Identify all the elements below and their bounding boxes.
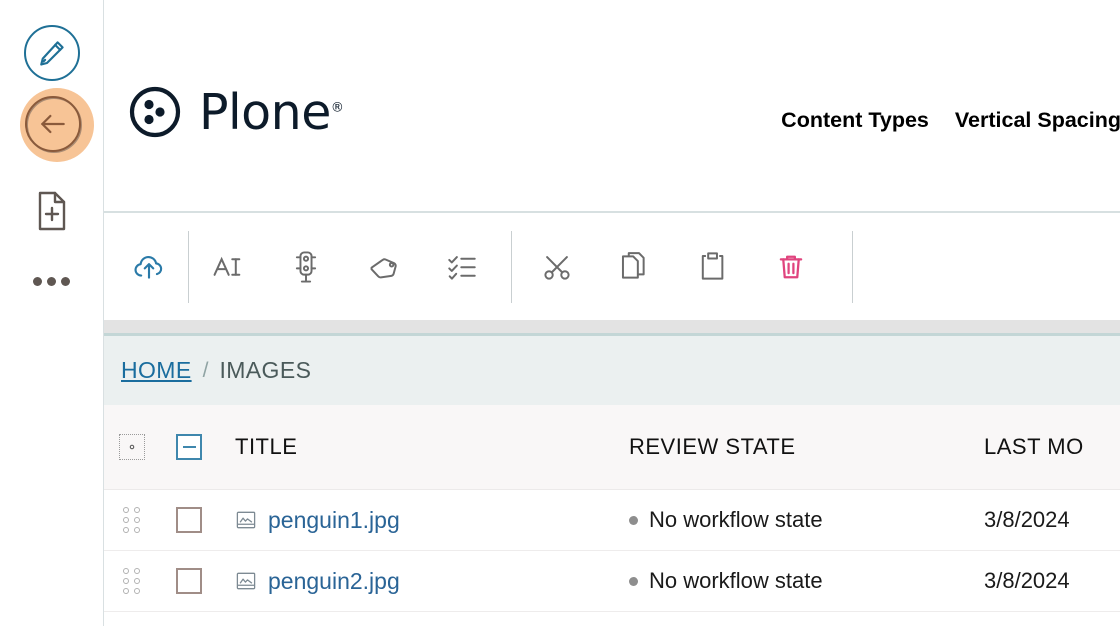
main-navigation: Content Types Vertical Spacing — [781, 108, 1120, 133]
copy-button[interactable] — [596, 228, 674, 306]
checklist-icon — [448, 255, 476, 280]
copy-icon — [621, 251, 645, 279]
paste-button[interactable] — [674, 228, 752, 306]
row-select-cell[interactable] — [159, 507, 219, 533]
tags-button[interactable] — [345, 228, 423, 306]
trash-icon — [779, 255, 803, 278]
column-header-title[interactable]: TITLE — [219, 434, 629, 460]
row-last-modified-label: 3/8/2024 — [984, 507, 1070, 532]
toolbar-bottom-band — [104, 320, 1120, 333]
pencil-icon — [23, 25, 80, 81]
toolbar-separator-3 — [852, 230, 853, 303]
left-toolbar — [0, 0, 104, 626]
screen: Plone® Content Types Vertical Spacing HO… — [0, 0, 1120, 626]
delete-button[interactable] — [752, 228, 830, 306]
rename-button[interactable] — [189, 228, 267, 306]
table-row[interactable]: penguin1.jpg No workflow state 3/8/2024 — [104, 490, 1120, 551]
column-header-review-state-label: REVIEW STATE — [629, 434, 796, 459]
row-title-cell: penguin1.jpg — [219, 507, 629, 534]
select-all-checkbox[interactable] — [176, 434, 202, 460]
nav-item-vertical-spacing[interactable]: Vertical Spacing — [955, 108, 1120, 133]
column-header-title-label: TITLE — [235, 434, 298, 459]
row-review-state-cell: No workflow state — [629, 507, 984, 533]
traffic-light-icon — [295, 250, 317, 283]
row-title-cell: penguin2.jpg — [219, 568, 629, 595]
more-horizontal-icon — [33, 276, 70, 286]
image-file-icon — [235, 509, 257, 531]
sidebar-item-add-content[interactable] — [20, 179, 84, 243]
cut-button[interactable] — [518, 228, 596, 306]
select-all-cell[interactable] — [159, 434, 219, 460]
main-area: Plone® Content Types Vertical Spacing HO… — [104, 0, 1120, 626]
row-last-modified-cell: 3/8/2024 — [984, 507, 1120, 533]
row-title-link[interactable]: penguin2.jpg — [268, 568, 400, 595]
contents-table: TITLE REVIEW STATE LAST MO penguin1.jpg … — [104, 405, 1120, 612]
drag-handle-icon[interactable] — [122, 507, 141, 533]
back-button-wrapper — [19, 88, 94, 162]
gear-icon[interactable] — [118, 434, 145, 460]
column-header-last-modified-label: LAST MO — [984, 434, 1084, 459]
row-checkbox[interactable] — [176, 507, 202, 533]
status-dot-icon — [629, 515, 638, 525]
breadcrumb-separator: / — [202, 358, 209, 382]
text-rename-icon — [213, 256, 241, 276]
row-review-state-label: No workflow state — [649, 568, 823, 593]
site-logo[interactable]: Plone® — [129, 86, 344, 138]
row-checkbox[interactable] — [176, 568, 202, 594]
toolbar-separator-2 — [511, 230, 512, 303]
column-settings[interactable] — [104, 434, 159, 460]
scissors-icon — [544, 255, 570, 280]
site-title-text: Plone — [199, 83, 331, 141]
row-review-state-label: No workflow state — [649, 507, 823, 532]
row-review-state-cell: No workflow state — [629, 568, 984, 594]
table-header-row: TITLE REVIEW STATE LAST MO — [104, 405, 1120, 490]
properties-button[interactable] — [423, 228, 501, 306]
sidebar-item-back[interactable] — [19, 88, 94, 162]
site-title: Plone® — [199, 88, 344, 137]
cloud-upload-icon — [134, 255, 163, 279]
sidebar-item-edit[interactable] — [20, 21, 84, 85]
status-dot-icon — [629, 576, 638, 586]
column-header-review-state[interactable]: REVIEW STATE — [629, 434, 984, 460]
tag-icon — [370, 257, 397, 278]
clipboard-icon — [701, 251, 724, 280]
row-last-modified-cell: 3/8/2024 — [984, 568, 1120, 594]
row-title-link[interactable]: penguin1.jpg — [268, 507, 400, 534]
nav-item-content-types[interactable]: Content Types — [781, 108, 929, 133]
image-file-icon — [235, 570, 257, 592]
upload-button[interactable] — [110, 228, 188, 306]
plone-logo-icon — [129, 86, 181, 138]
row-select-cell[interactable] — [159, 568, 219, 594]
site-header: Plone® Content Types Vertical Spacing — [104, 0, 1120, 213]
arrow-left-icon — [25, 95, 81, 152]
workflow-state-button[interactable] — [267, 228, 345, 306]
row-last-modified-label: 3/8/2024 — [984, 568, 1070, 593]
row-drag-handle[interactable] — [104, 507, 159, 533]
row-drag-handle[interactable] — [104, 568, 159, 594]
content-action-toolbar — [104, 213, 1120, 320]
registered-mark: ® — [330, 100, 344, 116]
drag-handle-icon[interactable] — [122, 568, 141, 594]
sidebar-item-more[interactable] — [20, 249, 84, 313]
breadcrumb-item-current: IMAGES — [219, 357, 312, 383]
breadcrumb-item-home[interactable]: HOME — [121, 357, 192, 384]
gear-glyph — [129, 444, 134, 450]
breadcrumb: HOME / IMAGES — [104, 336, 1120, 405]
table-row[interactable]: penguin2.jpg No workflow state 3/8/2024 — [104, 551, 1120, 612]
document-plus-icon — [34, 190, 70, 232]
column-header-last-modified[interactable]: LAST MO — [984, 434, 1120, 460]
